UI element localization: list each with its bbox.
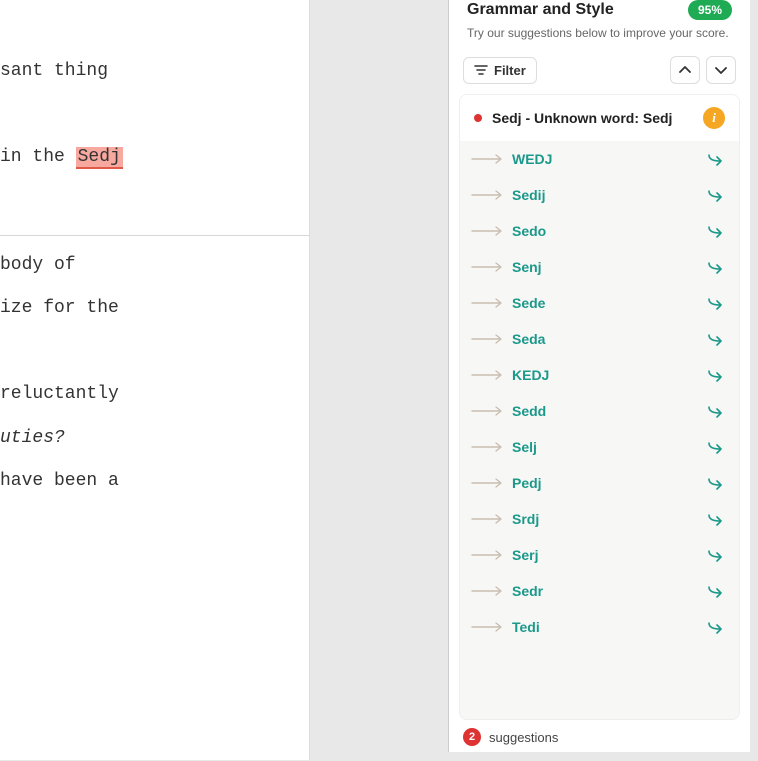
score-badge: 95%	[688, 0, 732, 20]
suggestion-item[interactable]: Seda	[460, 321, 739, 357]
filter-button[interactable]: Filter	[463, 57, 537, 84]
filter-label: Filter	[494, 63, 526, 78]
issue-severity-dot	[474, 114, 482, 122]
replace-arrow-icon	[470, 514, 504, 524]
apply-suggestion-icon[interactable]	[707, 404, 725, 418]
filter-icon	[474, 64, 488, 76]
suggestion-text: Sedd	[508, 403, 703, 419]
suggestion-item[interactable]: Serj	[460, 537, 739, 573]
info-icon[interactable]: i	[703, 107, 725, 129]
suggestion-item[interactable]: Sedij	[460, 177, 739, 213]
apply-suggestion-icon[interactable]	[707, 476, 725, 490]
suggestion-item[interactable]: Sede	[460, 285, 739, 321]
replace-arrow-icon	[470, 478, 504, 488]
panel-subtitle: Try our suggestions below to improve you…	[467, 26, 732, 40]
panel-title: Grammar and Style	[467, 1, 614, 19]
suggestion-text: WEDJ	[508, 151, 703, 167]
editor-line[interactable]: in the Sedj	[0, 136, 309, 179]
apply-suggestion-icon[interactable]	[707, 620, 725, 634]
replace-arrow-icon	[470, 442, 504, 452]
apply-suggestion-icon[interactable]	[707, 368, 725, 382]
document-editor[interactable]: sant thing in the Sedj body ofize for th…	[0, 0, 310, 760]
suggestion-item[interactable]: Sedo	[460, 213, 739, 249]
highlighted-word[interactable]: Sedj	[76, 147, 123, 169]
prev-issue-button[interactable]	[670, 56, 700, 84]
chevron-up-icon	[679, 66, 691, 74]
apply-suggestion-icon[interactable]	[707, 296, 725, 310]
suggestion-text: Senj	[508, 259, 703, 275]
suggestion-text: Selj	[508, 439, 703, 455]
suggestion-item[interactable]: Sedd	[460, 393, 739, 429]
replace-arrow-icon	[470, 190, 504, 200]
chevron-down-icon	[715, 66, 727, 74]
next-issue-button[interactable]	[706, 56, 736, 84]
replace-arrow-icon	[470, 334, 504, 344]
issue-card: Sedj - Unknown word: Sedj i WEDJ Sedij Sed…	[459, 94, 740, 720]
suggestion-text: Tedi	[508, 619, 703, 635]
suggestion-text: Sedr	[508, 583, 703, 599]
section-divider	[0, 235, 309, 236]
grammar-panel: Grammar and Style 95% Try our suggestion…	[448, 0, 750, 752]
suggestion-count-badge: 2	[463, 728, 481, 746]
footer-label: suggestions	[489, 730, 558, 745]
suggestion-item[interactable]: Tedi	[460, 609, 739, 645]
issue-header[interactable]: Sedj - Unknown word: Sedj i	[460, 95, 739, 141]
suggestion-item[interactable]: Sedr	[460, 573, 739, 609]
suggestion-item[interactable]: Srdj	[460, 501, 739, 537]
apply-suggestion-icon[interactable]	[707, 152, 725, 166]
panel-footer: 2 suggestions	[449, 720, 750, 752]
replace-arrow-icon	[470, 406, 504, 416]
suggestion-text: Sede	[508, 295, 703, 311]
panel-header: Grammar and Style 95% Try our suggestion…	[449, 0, 750, 50]
editor-line[interactable]: sant thing	[0, 50, 309, 93]
editor-line[interactable]: reluctantly	[0, 373, 309, 416]
editor-line[interactable]: body of	[0, 244, 309, 287]
panel-toolbar: Filter	[449, 50, 750, 94]
suggestion-item[interactable]: Pedj	[460, 465, 739, 501]
suggestion-text: Sedo	[508, 223, 703, 239]
replace-arrow-icon	[470, 550, 504, 560]
replace-arrow-icon	[470, 298, 504, 308]
suggestion-item[interactable]: KEDJ	[460, 357, 739, 393]
suggestion-item[interactable]: Selj	[460, 429, 739, 465]
editor-line[interactable]	[0, 330, 309, 373]
replace-arrow-icon	[470, 154, 504, 164]
apply-suggestion-icon[interactable]	[707, 260, 725, 274]
apply-suggestion-icon[interactable]	[707, 512, 725, 526]
suggestion-item[interactable]: WEDJ	[460, 141, 739, 177]
editor-line[interactable]: uties?	[0, 417, 309, 460]
suggestion-item[interactable]: Senj	[460, 249, 739, 285]
apply-suggestion-icon[interactable]	[707, 332, 725, 346]
editor-line[interactable]: ize for the	[0, 287, 309, 330]
suggestion-list: WEDJ Sedij Sedo Senj Sede Seda KEDJ Sedd Selj Ped…	[460, 141, 739, 719]
suggestion-text: Serj	[508, 547, 703, 563]
editor-line[interactable]: have been a	[0, 460, 309, 503]
suggestion-text: KEDJ	[508, 367, 703, 383]
apply-suggestion-icon[interactable]	[707, 440, 725, 454]
apply-suggestion-icon[interactable]	[707, 548, 725, 562]
editor-line[interactable]	[0, 93, 309, 136]
replace-arrow-icon	[470, 370, 504, 380]
replace-arrow-icon	[470, 622, 504, 632]
replace-arrow-icon	[470, 586, 504, 596]
suggestion-text: Sedij	[508, 187, 703, 203]
apply-suggestion-icon[interactable]	[707, 224, 725, 238]
replace-arrow-icon	[470, 262, 504, 272]
suggestion-text: Srdj	[508, 511, 703, 527]
issue-title: Sedj - Unknown word: Sedj	[492, 110, 693, 126]
apply-suggestion-icon[interactable]	[707, 188, 725, 202]
suggestion-text: Pedj	[508, 475, 703, 491]
editor-line[interactable]	[0, 180, 309, 223]
apply-suggestion-icon[interactable]	[707, 584, 725, 598]
suggestion-text: Seda	[508, 331, 703, 347]
replace-arrow-icon	[470, 226, 504, 236]
